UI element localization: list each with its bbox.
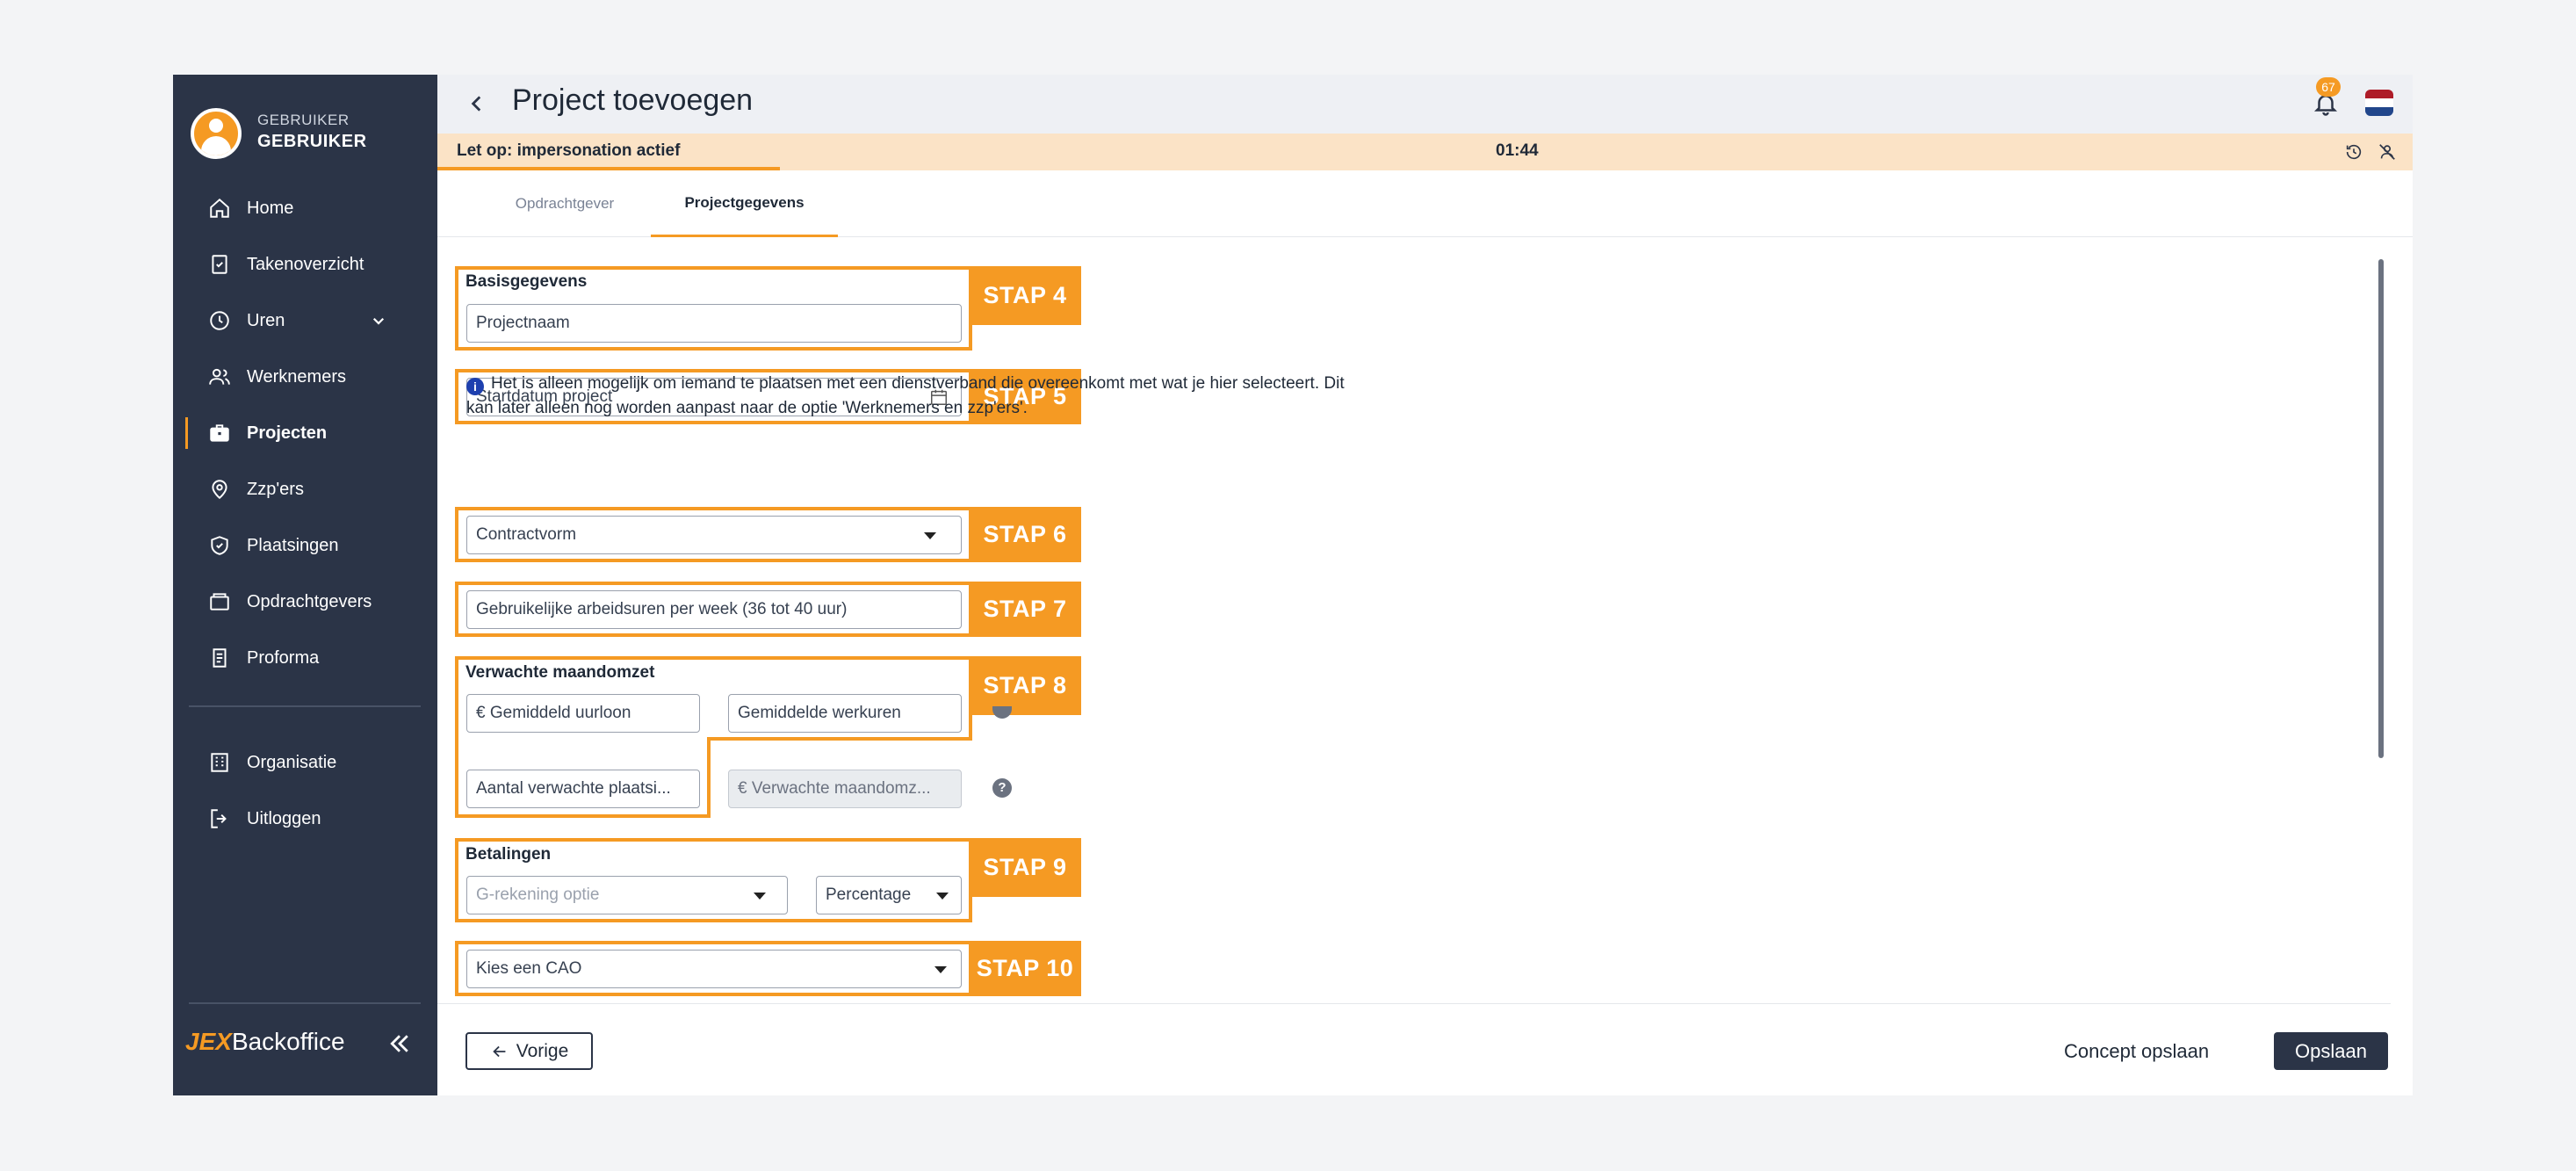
step-label: STAP 6 <box>969 507 1081 562</box>
sidebar-item-label: Opdrachtgevers <box>247 591 372 611</box>
stop-impersonation-icon[interactable] <box>2378 142 2397 162</box>
back-arrow-icon[interactable] <box>465 92 488 115</box>
previous-label: Vorige <box>516 1040 569 1061</box>
sidebar-item-uren[interactable]: Uren <box>173 296 437 345</box>
cao-select[interactable]: Kies een CAO <box>466 950 962 988</box>
sidebar-item-label: Werknemers <box>247 366 346 387</box>
info-message: i Het is alleen mogelijk om iemand te pla… <box>466 372 1345 421</box>
footer-divider <box>437 1003 2391 1004</box>
sidebar-item-label: Organisatie <box>247 752 337 772</box>
sidebar-item-takenoverzicht[interactable]: Takenoverzicht <box>173 240 437 289</box>
arrow-left-icon <box>493 1045 506 1057</box>
logout-icon <box>211 809 227 828</box>
sidebar-item-label: Proforma <box>247 647 320 668</box>
caret-down-icon <box>754 893 766 900</box>
sidebar-divider <box>189 705 421 707</box>
previous-button[interactable]: Vorige <box>465 1032 593 1070</box>
sidebar-item-proforma[interactable]: Proforma <box>173 633 437 683</box>
caret-down-icon <box>934 966 947 973</box>
step-label: STAP 4 <box>969 266 1081 325</box>
sidebar: GEBRUIKER GEBRUIKER Home Takenoverzicht … <box>173 75 437 1095</box>
sidebar-item-werknemers[interactable]: Werknemers <box>173 352 437 401</box>
tab-opdrachtgever[interactable]: Opdrachtgever <box>473 170 657 237</box>
users-icon <box>209 368 230 385</box>
receipt-icon <box>213 648 227 668</box>
sidebar-item-opdrachtgevers[interactable]: Opdrachtgevers <box>173 577 437 626</box>
sidebar-item-projecten[interactable]: Projecten <box>173 408 437 458</box>
app-window: GEBRUIKER GEBRUIKER Home Takenoverzicht … <box>173 75 2413 1095</box>
caret-down-icon <box>924 532 936 539</box>
logo: JEXBackoffice <box>185 1028 345 1056</box>
impersonation-text: Let op: impersonation actief <box>457 141 681 160</box>
plaatsingen-input[interactable]: Aantal verwachte plaatsi... <box>466 770 700 808</box>
sidebar-item-label: Home <box>247 198 294 218</box>
building-icon <box>211 753 228 772</box>
sidebar-item-label: Projecten <box>247 423 328 443</box>
werkuren-input[interactable]: Gemiddelde werkuren <box>728 694 962 733</box>
impersonation-timer: 01:44 <box>1496 141 1539 160</box>
chevron-down-icon[interactable] <box>371 313 386 329</box>
sidebar-item-home[interactable]: Home <box>173 184 437 233</box>
step-label: STAP 8 <box>969 656 1081 715</box>
projectnaam-input[interactable]: Projectnaam <box>466 304 962 343</box>
maandomzet-readonly: € Verwachte maandomz... <box>728 770 962 808</box>
cao-placeholder: Kies een CAO <box>476 959 582 978</box>
clock-icon <box>210 311 229 330</box>
step-label: STAP 9 <box>969 838 1081 897</box>
g-rekening-select[interactable]: G-rekening optie <box>466 876 788 914</box>
location-user-icon <box>212 480 227 500</box>
user-name: GEBRUIKER <box>257 132 367 151</box>
logo-mark: JEX <box>185 1028 232 1055</box>
section-verwachte-maandomzet: Verwachte maandomzet <box>465 663 655 682</box>
help-icon[interactable]: ? <box>992 778 1012 798</box>
home-icon <box>210 198 229 218</box>
sidebar-item-zzpers[interactable]: Zzp'ers <box>173 465 437 514</box>
sidebar-divider <box>189 1002 421 1004</box>
percentage-value: Percentage <box>826 885 912 904</box>
shield-check-icon <box>211 536 228 555</box>
scrollbar[interactable] <box>2378 259 2384 758</box>
uurloon-input[interactable]: € Gemiddeld uurloon <box>466 694 700 733</box>
info-text: Het is alleen mogelijk om iemand te plaa… <box>466 374 1345 417</box>
sidebar-item-label: Takenoverzicht <box>247 254 364 274</box>
g-rekening-placeholder: G-rekening optie <box>476 885 600 904</box>
header: Project toevoegen 67 <box>437 75 2413 134</box>
section-basisgegevens: Basisgegevens <box>465 272 588 291</box>
sidebar-item-label: Uren <box>247 310 285 330</box>
contractvorm-value: Contractvorm <box>476 525 577 544</box>
avatar[interactable] <box>191 108 242 159</box>
info-icon: i <box>466 378 484 395</box>
sidebar-item-uitloggen[interactable]: Uitloggen <box>173 794 437 843</box>
user-role: GEBRUIKER <box>257 112 350 128</box>
tab-bar: Opdrachtgever Projectgegevens <box>437 170 2413 237</box>
logo-text: Backoffice <box>231 1028 345 1055</box>
save-button[interactable]: Opslaan <box>2274 1032 2388 1070</box>
sidebar-item-plaatsingen[interactable]: Plaatsingen <box>173 521 437 570</box>
concept-save-button[interactable]: Concept opslaan <box>2064 1032 2209 1070</box>
step-label: STAP 7 <box>969 582 1081 637</box>
section-betalingen: Betalingen <box>465 845 552 864</box>
percentage-select[interactable]: Percentage <box>816 876 962 914</box>
notification-badge: 67 <box>2316 77 2341 97</box>
arbeidsuren-input[interactable]: Gebruikelijke arbeidsuren per week (36 t… <box>466 590 962 629</box>
sidebar-item-label: Zzp'ers <box>247 479 304 499</box>
folders-icon <box>210 593 229 611</box>
history-icon[interactable] <box>2344 142 2363 162</box>
sidebar-item-label: Uitloggen <box>247 808 321 828</box>
dutch-flag-icon[interactable] <box>2365 90 2393 116</box>
briefcase-icon <box>210 424 229 442</box>
sidebar-item-organisatie[interactable]: Organisatie <box>173 738 437 787</box>
tab-projectgegevens[interactable]: Projectgegevens <box>651 170 838 237</box>
page-title: Project toevoegen <box>512 83 754 117</box>
contractvorm-select[interactable]: Contractvorm <box>466 516 962 554</box>
collapse-sidebar-icon[interactable] <box>386 1030 413 1057</box>
impersonation-banner: Let op: impersonation actief 01:44 <box>437 134 2413 170</box>
sidebar-item-label: Plaatsingen <box>247 535 339 555</box>
step-label: STAP 10 <box>969 941 1081 996</box>
clipboard-check-icon <box>212 255 227 274</box>
caret-down-icon <box>936 893 949 900</box>
